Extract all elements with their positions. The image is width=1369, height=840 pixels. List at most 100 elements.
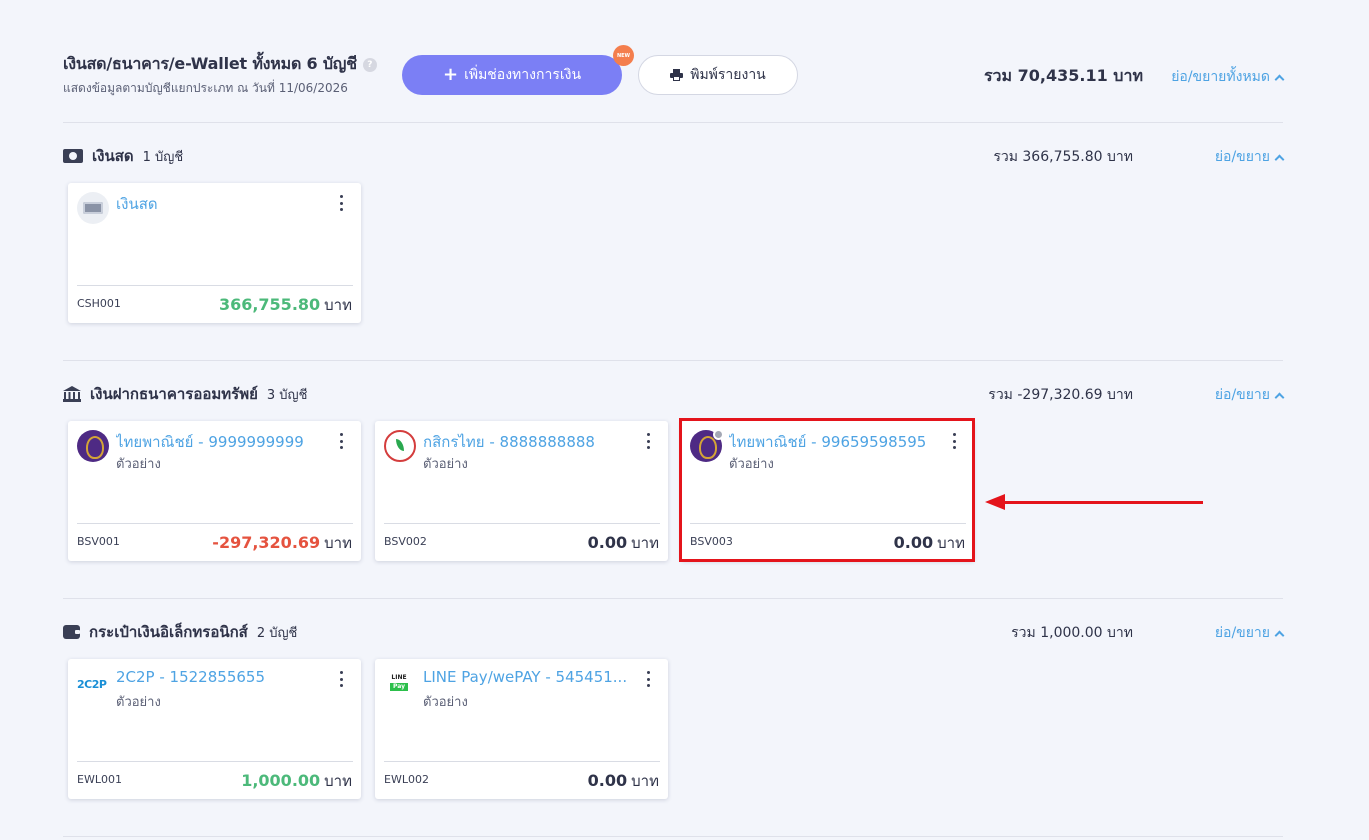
- account-balance: 1,000.00 บาท: [241, 769, 352, 793]
- account-description: ตัวอย่าง: [423, 695, 468, 710]
- balance-value: 1,000.00: [241, 771, 321, 790]
- currency-unit: บาท: [324, 296, 352, 314]
- new-badge: NEW: [613, 45, 634, 66]
- balance-value: -297,320.69: [212, 533, 321, 552]
- wallet-icon: [63, 625, 80, 639]
- account-code: EWL002: [384, 773, 429, 786]
- account-description: ตัวอย่าง: [116, 695, 161, 710]
- title-line: เงินสด/ธนาคาร/e-Wallet ทั้งหมด 6 บัญชี ?: [63, 52, 377, 77]
- section-title: กระเป๋าเงินอิเล็กทรอนิกส์ 2 บัญชี: [63, 620, 297, 644]
- section-toggle-label: ย่อ/ขยาย: [1214, 625, 1270, 641]
- section-toggle[interactable]: ย่อ/ขยาย: [1214, 146, 1285, 168]
- account-name[interactable]: 2C2P - 1522855655: [116, 668, 265, 686]
- section-header-savings: เงินฝากธนาคารออมทรัพย์ 3 บัญชี รวม -297,…: [63, 382, 1285, 406]
- grand-total: รวม 70,435.11 บาท: [983, 66, 1143, 85]
- printer-icon: [670, 69, 684, 81]
- account-card[interactable]: กสิกรไทย - 8888888888 ตัวอย่าง BSV002 0.…: [375, 421, 668, 561]
- collapse-all-label: ย่อ/ขยายทั้งหมด: [1171, 69, 1270, 85]
- section-count: 1 บัญชี: [142, 149, 184, 165]
- account-name[interactable]: LINE Pay/wePAY - 545451...: [423, 668, 627, 686]
- account-card[interactable]: ไทยพาณิชย์ - 9999999999 ตัวอย่าง BSV001 …: [68, 421, 361, 561]
- add-payment-channel-button[interactable]: + เพิ่มช่องทางการเงิน NEW: [402, 45, 634, 95]
- divider: [63, 598, 1283, 599]
- section-title: เงินสด 1 บัญชี: [63, 144, 183, 168]
- account-name[interactable]: เงินสด: [116, 192, 158, 216]
- linepay-logo-icon: LINE Pay: [384, 668, 416, 700]
- section-name: กระเป๋าเงินอิเล็กทรอนิกส์: [89, 623, 248, 641]
- linepay-logo-text: LINE: [391, 674, 407, 681]
- card-divider: [384, 523, 660, 524]
- section-toggle[interactable]: ย่อ/ขยาย: [1214, 622, 1285, 644]
- section-total: รวม 366,755.80 บาท: [993, 149, 1133, 165]
- chevron-up-icon: [1274, 392, 1285, 402]
- section-header-cash: เงินสด 1 บัญชี รวม 366,755.80 บาท ย่อ/ขย…: [63, 144, 1285, 168]
- section-total: รวม 1,000.00 บาท: [1011, 625, 1133, 641]
- print-report-button[interactable]: พิมพ์รายงาน: [638, 55, 798, 95]
- balance-value: 366,755.80: [218, 295, 321, 314]
- chevron-up-icon: [1274, 630, 1285, 640]
- account-code: CSH001: [77, 297, 121, 310]
- account-card[interactable]: 2C2P 2C2P - 1522855655 ตัวอย่าง EWL001 1…: [68, 659, 361, 799]
- plus-icon: +: [442, 64, 459, 85]
- account-code: BSV001: [77, 535, 120, 548]
- bank-icon: [63, 386, 81, 402]
- account-description: ตัวอย่าง: [116, 457, 161, 472]
- divider: [63, 360, 1283, 361]
- collapse-all-toggle[interactable]: ย่อ/ขยายทั้งหมด: [1171, 66, 1285, 88]
- section-title: เงินฝากธนาคารออมทรัพย์ 3 บัญชี: [63, 382, 307, 406]
- linepay-logo-mark: LINE Pay: [390, 674, 408, 694]
- account-balance: 366,755.80 บาท: [219, 293, 352, 317]
- section-name: เงินฝากธนาคารออมทรัพย์: [90, 385, 258, 403]
- arrow-head-icon: [985, 494, 1005, 510]
- section-count: 3 บัญชี: [266, 387, 308, 403]
- section-count: 2 บัญชี: [256, 625, 298, 641]
- account-card[interactable]: เงินสด CSH001 366,755.80 บาท: [68, 183, 361, 323]
- account-description: ตัวอย่าง: [423, 457, 468, 472]
- card-divider: [77, 285, 353, 286]
- account-code: EWL001: [77, 773, 122, 786]
- section-name: เงินสด: [92, 147, 134, 165]
- more-options-icon[interactable]: [336, 195, 346, 211]
- highlight-box: [679, 418, 975, 562]
- section-total: รวม -297,320.69 บาท: [988, 387, 1133, 403]
- kbank-logo-icon: [384, 430, 416, 462]
- help-icon[interactable]: ?: [362, 57, 377, 72]
- chevron-up-icon: [1274, 74, 1285, 84]
- account-name[interactable]: กสิกรไทย - 8888888888: [423, 430, 595, 454]
- add-button-label: เพิ่มช่องทางการเงิน: [464, 67, 582, 83]
- currency-unit: บาท: [324, 772, 352, 790]
- currency-unit: บาท: [631, 534, 659, 552]
- section-header-ewallet: กระเป๋าเงินอิเล็กทรอนิกส์ 2 บัญชี รวม 1,…: [63, 620, 1285, 644]
- currency-unit: บาท: [631, 772, 659, 790]
- account-balance: 0.00 บาท: [588, 531, 659, 555]
- account-code: BSV002: [384, 535, 427, 548]
- page-header: เงินสด/ธนาคาร/e-Wallet ทั้งหมด 6 บัญชี ?…: [63, 45, 1285, 108]
- section-toggle-label: ย่อ/ขยาย: [1214, 149, 1270, 165]
- section-toggle[interactable]: ย่อ/ขยาย: [1214, 384, 1285, 406]
- chevron-up-icon: [1274, 154, 1285, 164]
- divider: [63, 122, 1283, 123]
- more-options-icon[interactable]: [643, 433, 653, 449]
- card-divider: [77, 761, 353, 762]
- scb-logo-icon: [77, 430, 109, 462]
- balance-value: 0.00: [587, 533, 628, 552]
- account-balance: -297,320.69 บาท: [212, 531, 352, 555]
- page-title: เงินสด/ธนาคาร/e-Wallet ทั้งหมด 6 บัญชี: [63, 54, 357, 73]
- annotation-arrow: [1003, 501, 1203, 504]
- cash-icon: [63, 149, 83, 163]
- card-divider: [77, 523, 353, 524]
- divider: [63, 836, 1283, 837]
- print-button-label: พิมพ์รายงาน: [690, 67, 766, 83]
- 2c2p-logo-icon: 2C2P: [77, 668, 109, 700]
- more-options-icon[interactable]: [643, 671, 653, 687]
- balance-value: 0.00: [587, 771, 628, 790]
- account-name[interactable]: ไทยพาณิชย์ - 9999999999: [116, 430, 304, 454]
- more-options-icon[interactable]: [336, 671, 346, 687]
- section-toggle-label: ย่อ/ขยาย: [1214, 387, 1270, 403]
- currency-unit: บาท: [324, 534, 352, 552]
- cash-logo-icon: [77, 192, 109, 224]
- account-card[interactable]: LINE Pay LINE Pay/wePAY - 545451... ตัวอย…: [375, 659, 668, 799]
- more-options-icon[interactable]: [336, 433, 346, 449]
- card-divider: [384, 761, 660, 762]
- page-subtitle: แสดงข้อมูลตามบัญชีแยกประเภท ณ วันที่ 11/…: [63, 81, 348, 95]
